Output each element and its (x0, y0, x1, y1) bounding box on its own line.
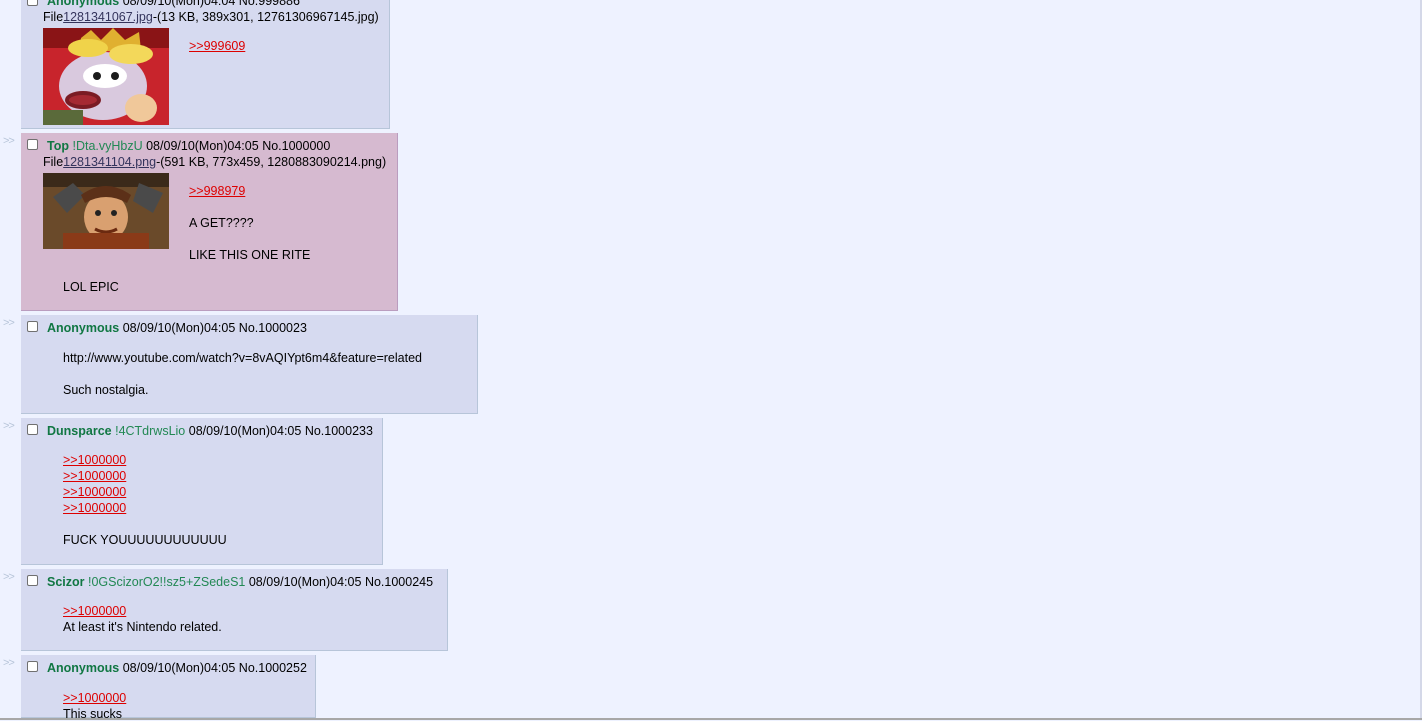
tripcode: !Dta.vyHbzU (72, 139, 143, 153)
tripcode: !4CTdrwsLio (115, 424, 186, 438)
post-checkbox[interactable] (27, 0, 38, 6)
post-datetime: 08/09/10(Mon)04:05 (188, 424, 302, 438)
file-info: File1281341067.jpg-(13 KB, 389x301, 1276… (43, 10, 379, 24)
reply-marker: >> (3, 135, 15, 147)
post-number[interactable]: No.999886 (239, 0, 300, 8)
post-header: Top !Dta.vyHbzU 08/09/10(Mon)04:05 No.10… (47, 139, 330, 153)
quote-link[interactable]: >>998979 (189, 184, 245, 198)
post-number[interactable]: No.1000252 (239, 661, 307, 675)
post-number[interactable]: No.1000245 (365, 575, 433, 589)
quote-link[interactable]: >>1000000 (63, 691, 126, 705)
post-line: A GET???? (189, 216, 254, 230)
quote-link[interactable]: >>1000000 (63, 469, 126, 483)
post-line: LOL EPIC (63, 280, 119, 294)
poster-name: Dunsparce (47, 424, 112, 438)
post-header: Anonymous 08/09/10(Mon)04:05 No.1000252 (47, 661, 307, 675)
poster-name: Anonymous (47, 321, 120, 335)
post-checkbox[interactable] (27, 139, 38, 150)
reply-post: Dunsparce !4CTdrwsLio 08/09/10(Mon)04:05… (21, 418, 383, 565)
post-line: http://www.youtube.com/watch?v=8vAQIYpt6… (63, 351, 422, 365)
quote-link[interactable]: >>1000000 (63, 604, 126, 618)
post-header: Anonymous 08/09/10(Mon)04:04 No.999886 (47, 0, 300, 8)
reply-marker: >> (3, 571, 15, 583)
post-checkbox[interactable] (27, 575, 38, 586)
quote-link[interactable]: >>999609 (189, 39, 245, 53)
reply-post: Anonymous 08/09/10(Mon)04:04 No.999886 F… (21, 0, 390, 129)
post-checkbox[interactable] (27, 321, 38, 332)
reply-marker: >> (3, 657, 15, 669)
post-line: At least it's Nintendo related. (63, 620, 222, 634)
post-number[interactable]: No.1000000 (262, 139, 330, 153)
post-line: FUCK YOUUUUUUUUUUUU (63, 533, 227, 547)
file-link[interactable]: 1281341104.png (63, 155, 156, 169)
post-datetime: 08/09/10(Mon)04:05 (248, 575, 362, 589)
post-line: LIKE THIS ONE RITE (189, 248, 311, 262)
poster-name: Scizor (47, 575, 85, 589)
post-datetime: 08/09/10(Mon)04:04 (122, 0, 236, 8)
poster-name: Top (47, 139, 69, 153)
post-number[interactable]: No.1000233 (305, 424, 373, 438)
thumbnail-image[interactable] (43, 28, 169, 125)
quote-link[interactable]: >>1000000 (63, 485, 126, 499)
thumbnail-image[interactable] (43, 173, 169, 249)
post-header: Dunsparce !4CTdrwsLio 08/09/10(Mon)04:05… (47, 424, 373, 438)
post-header: Anonymous 08/09/10(Mon)04:05 No.1000023 (47, 321, 307, 335)
reply-post: Anonymous 08/09/10(Mon)04:05 No.1000023 … (21, 315, 478, 414)
post-number[interactable]: No.1000023 (239, 321, 307, 335)
reply-post-highlighted: Top !Dta.vyHbzU 08/09/10(Mon)04:05 No.10… (21, 133, 398, 311)
reply-post: Scizor !0GScizorO2!!sz5+ZSedeS1 08/09/10… (21, 569, 448, 651)
post-datetime: 08/09/10(Mon)04:05 (122, 321, 236, 335)
post-line: Such nostalgia. (63, 383, 149, 397)
reply-post: Anonymous 08/09/10(Mon)04:05 No.1000252 … (21, 655, 316, 721)
post-datetime: 08/09/10(Mon)04:05 (146, 139, 259, 153)
reply-marker: >> (3, 317, 15, 329)
reply-marker: >> (3, 420, 15, 432)
post-checkbox[interactable] (27, 661, 38, 672)
post-checkbox[interactable] (27, 424, 38, 435)
quote-link[interactable]: >>1000000 (63, 453, 126, 467)
poster-name: Anonymous (47, 0, 120, 8)
file-link[interactable]: 1281341067.jpg (63, 10, 153, 24)
poster-name: Anonymous (47, 661, 120, 675)
post-datetime: 08/09/10(Mon)04:05 (122, 661, 236, 675)
file-info: File1281341104.png-(591 KB, 773x459, 128… (43, 155, 387, 169)
quote-link[interactable]: >>1000000 (63, 501, 126, 515)
post-header: Scizor !0GScizorO2!!sz5+ZSedeS1 08/09/10… (47, 575, 433, 589)
tripcode: !0GScizorO2!!sz5+ZSedeS1 (88, 575, 246, 589)
